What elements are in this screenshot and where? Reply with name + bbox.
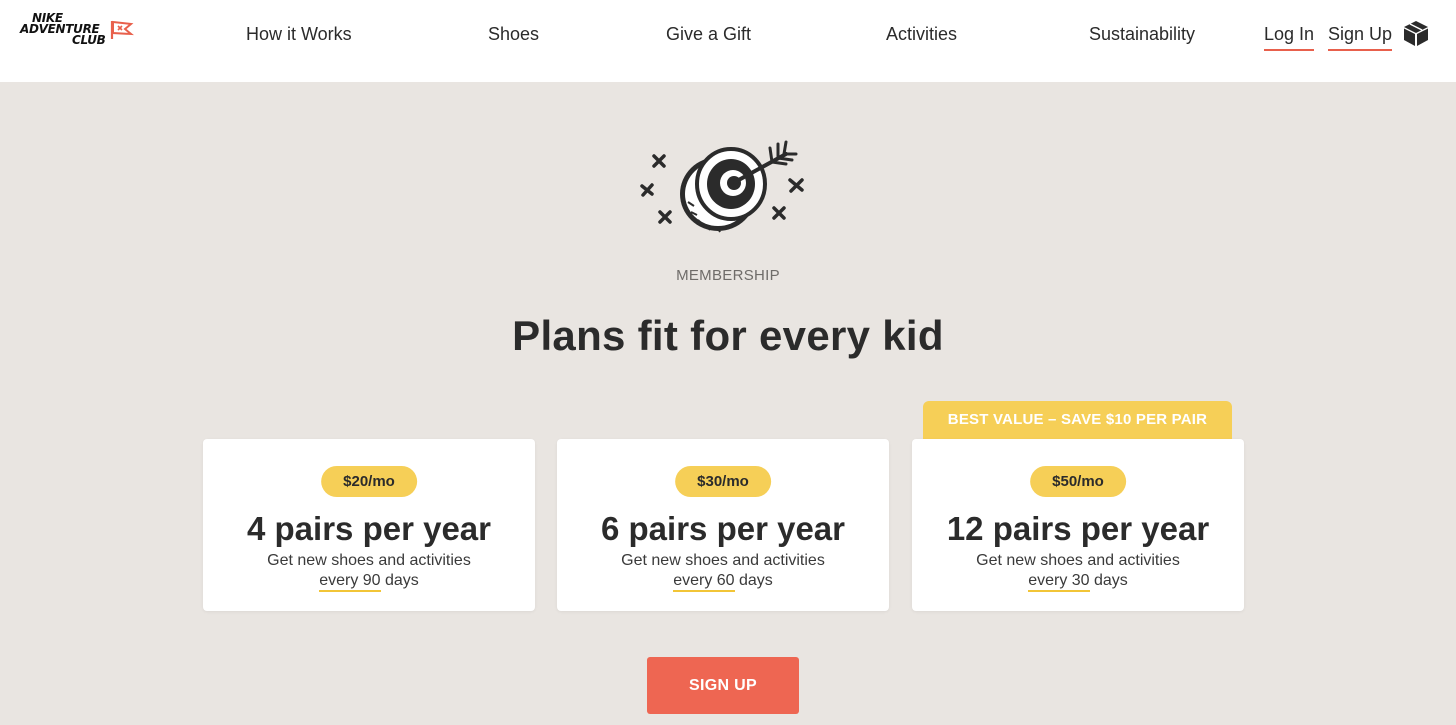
nav-give-a-gift[interactable]: Give a Gift (666, 23, 751, 45)
plan-description: Get new shoes and activities (976, 552, 1180, 569)
flag-icon (110, 20, 134, 39)
logo-line-club: CLUB (72, 33, 106, 47)
nav-sustainability[interactable]: Sustainability (1089, 23, 1195, 45)
frequency-highlight: every 90 (319, 572, 381, 592)
plan-frequency: every 90 days (203, 571, 535, 592)
frequency-unit: days (380, 572, 419, 589)
price-badge: $20/mo (321, 466, 417, 497)
plan-card-4-pairs[interactable]: $20/mo 4 pairs per year Get new shoes an… (203, 439, 535, 611)
plan-frequency: every 30 days (912, 571, 1244, 592)
page-title: Plans fit for every kid (512, 312, 944, 359)
price-badge: $30/mo (675, 466, 771, 497)
nav-shoes[interactable]: Shoes (488, 23, 539, 45)
plan-description: Get new shoes and activities (621, 552, 825, 569)
section-eyebrow: MEMBERSHIP (676, 267, 780, 284)
login-link[interactable]: Log In (1264, 23, 1315, 51)
frequency-highlight: every 60 (673, 572, 735, 592)
plan-description: Get new shoes and activities (267, 552, 471, 569)
price-badge: $50/mo (1030, 466, 1126, 497)
site-header: NIKE ADVENTURE CLUB How it Works Shoes G… (0, 0, 1456, 82)
frequency-unit: days (1089, 572, 1128, 589)
plan-title: 4 pairs per year (247, 510, 491, 547)
frequency-highlight: every 30 (1028, 572, 1090, 592)
plan-card-12-pairs[interactable]: $50/mo 12 pairs per year Get new shoes a… (912, 439, 1244, 611)
signup-button[interactable]: SIGN UP (647, 657, 799, 714)
target-arrow-icon (640, 140, 804, 233)
box-icon[interactable] (1402, 19, 1430, 47)
plan-card-6-pairs[interactable]: $30/mo 6 pairs per year Get new shoes an… (557, 439, 889, 611)
plan-frequency: every 60 days (557, 571, 889, 592)
nike-adventure-club-logo[interactable]: NIKE ADVENTURE CLUB (18, 12, 136, 52)
frequency-unit: days (734, 572, 773, 589)
best-value-banner: BEST VALUE – SAVE $10 PER PAIR (923, 401, 1232, 441)
plan-title: 12 pairs per year (946, 510, 1210, 547)
plan-title: 6 pairs per year (601, 510, 845, 547)
nav-activities[interactable]: Activities (886, 23, 957, 45)
nav-how-it-works[interactable]: How it Works (246, 23, 352, 45)
signup-link[interactable]: Sign Up (1328, 23, 1393, 51)
